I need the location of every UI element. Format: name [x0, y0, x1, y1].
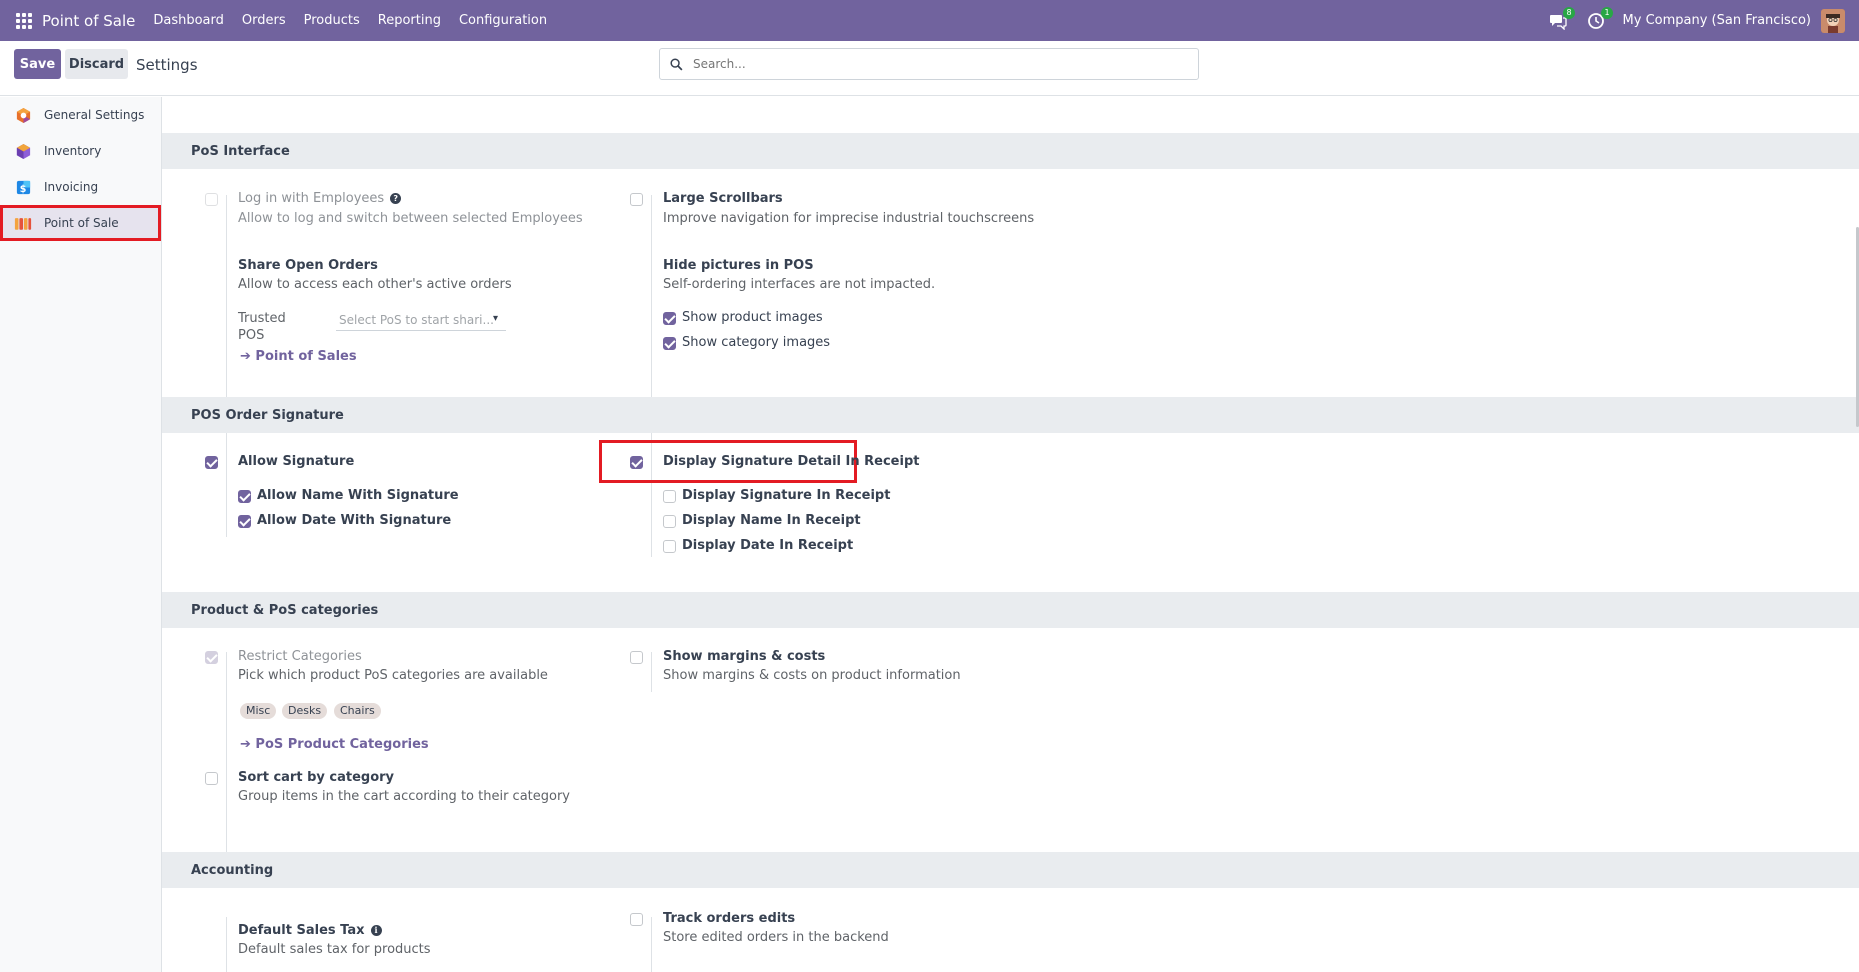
info-icon[interactable]: i [370, 925, 382, 936]
display-date-checkbox[interactable] [663, 540, 676, 553]
display-name-checkbox[interactable] [663, 515, 676, 528]
menu-orders[interactable]: Orders [242, 13, 286, 28]
restrict-categories-desc: Pick which product PoS categories are av… [238, 668, 548, 683]
restrict-categories-label: Restrict Categories [238, 649, 362, 664]
sidebar-item-label: Inventory [44, 144, 102, 158]
track-orders-edits-checkbox[interactable] [630, 913, 643, 926]
activities-badge: 1 [1601, 6, 1613, 19]
company-switcher[interactable]: My Company (San Francisco) [1623, 13, 1811, 28]
show-margins-checkbox[interactable] [630, 651, 643, 664]
allow-signature-label: Allow Signature [238, 454, 355, 469]
search-input[interactable] [693, 57, 1173, 71]
messages-icon[interactable]: 8 [1547, 6, 1575, 32]
sort-cart-checkbox[interactable] [205, 772, 218, 785]
pos-product-categories-link[interactable]: ➔ PoS Product Categories [240, 737, 429, 752]
share-open-orders-label: Share Open Orders [238, 258, 378, 273]
arrow-right-icon: ➔ [240, 349, 256, 364]
dropdown-caret-icon: ▾ [493, 313, 499, 324]
trusted-pos-label-2: POS [238, 328, 265, 343]
navbar-systray: 8 1 My Company (San Francisco) [1547, 0, 1845, 41]
sidebar-item-inventory[interactable]: Inventory [0, 133, 161, 169]
login-employees-checkbox[interactable] [205, 193, 218, 206]
page-title: Settings [136, 56, 198, 74]
sort-cart-label: Sort cart by category [238, 770, 395, 785]
section-header-pos-interface: PoS Interface [162, 133, 1859, 169]
large-scrollbars-label: Large Scrollbars [663, 191, 783, 206]
track-orders-edits-desc: Store edited orders in the backend [663, 930, 889, 945]
show-product-images-checkbox[interactable] [663, 312, 676, 325]
sort-cart-desc: Group items in the cart according to the… [238, 789, 571, 804]
category-tag[interactable]: Desks [282, 703, 328, 719]
sidebar-item-label: Invoicing [44, 180, 99, 194]
top-navbar: Point of Sale Dashboard Orders Products … [0, 0, 1859, 41]
section-header-categories: Product & PoS categories [162, 592, 1859, 628]
arrow-right-icon: ➔ [240, 737, 256, 752]
pos-shop-icon [14, 214, 32, 232]
login-employees-label: Log in with Employees? [238, 191, 402, 206]
show-category-images-label: Show category images [682, 335, 831, 350]
discard-button[interactable]: Discard [65, 49, 128, 79]
point-of-sales-link[interactable]: ➔ Point of Sales [240, 349, 357, 364]
odoo-logo-icon [14, 106, 32, 124]
trusted-pos-select[interactable]: Select PoS to start shari... [336, 311, 506, 331]
apps-menu-icon[interactable] [16, 12, 32, 29]
search-box[interactable] [659, 48, 1199, 80]
large-scrollbars-desc: Improve navigation for imprecise industr… [663, 211, 1035, 226]
help-icon[interactable]: ? [390, 193, 402, 204]
app-brand[interactable]: Point of Sale [42, 12, 135, 30]
hide-pictures-label: Hide pictures in POS [663, 258, 814, 273]
menu-configuration[interactable]: Configuration [459, 13, 547, 28]
sidebar-item-label: Point of Sale [44, 216, 119, 230]
menu-products[interactable]: Products [304, 13, 360, 28]
allow-name-checkbox[interactable] [238, 490, 251, 503]
save-button[interactable]: Save [14, 49, 61, 79]
share-open-orders-desc: Allow to access each other's active orde… [238, 277, 512, 292]
allow-signature-checkbox[interactable] [205, 456, 218, 469]
menu-dashboard[interactable]: Dashboard [153, 13, 224, 28]
display-name-label: Display Name In Receipt [682, 513, 861, 528]
sidebar-item-point-of-sale[interactable]: Point of Sale [0, 205, 161, 241]
section-header-accounting: Accounting [162, 852, 1859, 888]
control-panel: Save Discard Settings [0, 41, 1859, 96]
sidebar-item-label: General Settings [44, 108, 145, 122]
display-signature-label: Display Signature In Receipt [682, 488, 891, 503]
track-orders-edits-label: Track orders edits [663, 911, 796, 926]
settings-sidebar: General Settings Inventory $ Invoicing P… [0, 97, 162, 972]
messages-badge: 8 [1563, 6, 1575, 19]
show-category-images-checkbox[interactable] [663, 337, 676, 350]
category-tag[interactable]: Chairs [334, 703, 381, 719]
large-scrollbars-checkbox[interactable] [630, 193, 643, 206]
allow-date-label: Allow Date With Signature [257, 513, 452, 528]
display-signature-detail-label: Display Signature Detail In Receipt [663, 454, 920, 469]
restrict-categories-checkbox[interactable] [205, 651, 218, 664]
activities-clock-icon[interactable]: 1 [1585, 6, 1613, 32]
allow-date-checkbox[interactable] [238, 515, 251, 528]
display-signature-detail-checkbox[interactable] [630, 456, 643, 469]
default-sales-tax-desc: Default sales tax for products [238, 942, 431, 957]
display-date-label: Display Date In Receipt [682, 538, 854, 553]
svg-text:$: $ [19, 184, 26, 195]
invoicing-icon: $ [14, 178, 32, 196]
menu-reporting[interactable]: Reporting [378, 13, 441, 28]
inventory-box-icon [14, 142, 32, 160]
trusted-pos-label-1: Trusted [238, 311, 286, 326]
search-icon [670, 57, 683, 70]
show-product-images-label: Show product images [682, 310, 823, 325]
section-header-signature: POS Order Signature [162, 397, 1859, 433]
login-employees-desc: Allow to log and switch between selected… [238, 211, 583, 226]
show-margins-desc: Show margins & costs on product informat… [663, 668, 961, 683]
user-avatar[interactable] [1821, 8, 1845, 33]
display-signature-checkbox[interactable] [663, 490, 676, 503]
allow-name-label: Allow Name With Signature [257, 488, 459, 503]
category-tag[interactable]: Misc [240, 703, 277, 719]
sidebar-item-general-settings[interactable]: General Settings [0, 97, 161, 133]
sidebar-item-invoicing[interactable]: $ Invoicing [0, 169, 161, 205]
show-margins-label: Show margins & costs [663, 649, 826, 664]
hide-pictures-desc: Self-ordering interfaces are not impacte… [663, 277, 936, 292]
default-sales-tax-label: Default Sales Tax i [238, 923, 382, 938]
settings-content: PoS Interface Log in with Employees? All… [162, 97, 1859, 972]
